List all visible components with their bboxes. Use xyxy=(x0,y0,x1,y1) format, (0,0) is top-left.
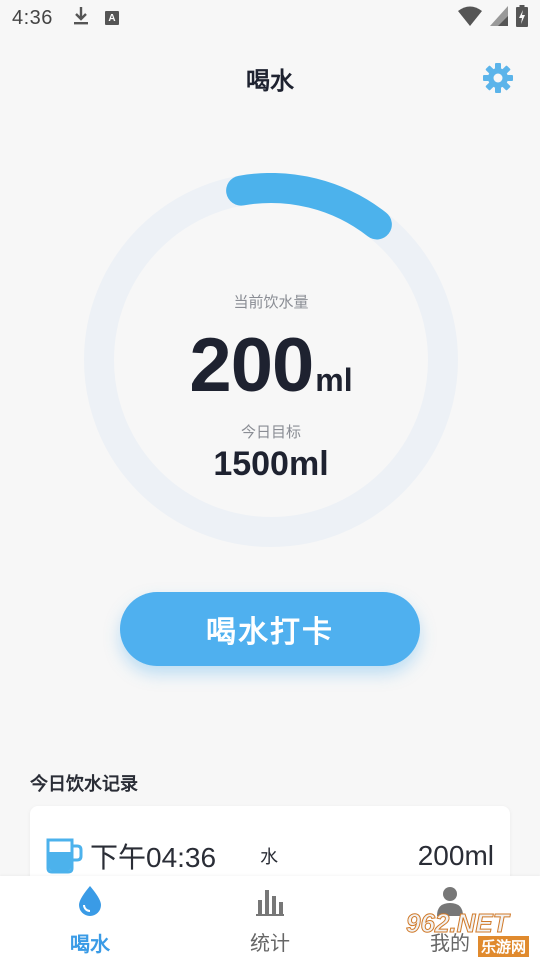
current-intake-label: 当前饮水量 xyxy=(233,294,309,311)
settings-button[interactable] xyxy=(480,62,516,98)
status-time: 4:36 xyxy=(12,6,53,29)
nav-label-stats: 统计 xyxy=(250,933,290,955)
daily-goal-label: 今日目标 xyxy=(240,424,301,441)
drink-checkin-button[interactable]: 喝水打卡 xyxy=(120,592,420,666)
list-item[interactable]: 下午04:36 水 200ml xyxy=(44,834,496,878)
cell-signal-icon xyxy=(490,5,508,31)
cup-icon xyxy=(44,834,84,879)
watermark-logo-text: 962.NET xyxy=(406,908,510,939)
watermark-site-name: 乐游网 xyxy=(478,936,530,957)
site-watermark: 962.NET 乐游网 xyxy=(400,908,540,960)
nav-label-drink: 喝水 xyxy=(70,934,110,956)
app-header: 喝水 xyxy=(0,52,540,104)
current-intake-number: 200 xyxy=(189,323,314,408)
water-drop-icon xyxy=(77,885,103,922)
current-intake-value: 200 ml xyxy=(84,321,458,411)
record-time: 下午04:36 xyxy=(90,842,217,873)
bar-chart-icon xyxy=(256,886,284,921)
current-intake-unit: ml xyxy=(315,362,353,398)
nav-item-stats[interactable]: 统计 xyxy=(180,876,360,960)
page-title: 喝水 xyxy=(246,67,294,95)
water-intake-gauge: 当前饮水量 200 ml 今日目标 1500ml xyxy=(84,173,458,547)
status-notification-icons: A xyxy=(73,6,119,31)
records-title: 今日饮水记录 xyxy=(30,774,138,794)
battery-charging-icon xyxy=(516,4,528,32)
status-bar: 4:36 A xyxy=(0,0,540,36)
record-drink-type: 水 xyxy=(260,847,279,867)
record-amount: 200ml xyxy=(417,840,494,871)
nav-item-drink[interactable]: 喝水 xyxy=(0,876,180,960)
gauge-text: 当前饮水量 200 ml 今日目标 1500ml xyxy=(84,173,458,547)
app-a-icon: A xyxy=(104,11,119,25)
daily-goal-value: 1500ml xyxy=(213,445,329,483)
download-icon xyxy=(73,6,89,31)
wifi-icon xyxy=(458,6,482,31)
gear-icon xyxy=(482,62,514,99)
status-system-icons xyxy=(458,4,528,32)
